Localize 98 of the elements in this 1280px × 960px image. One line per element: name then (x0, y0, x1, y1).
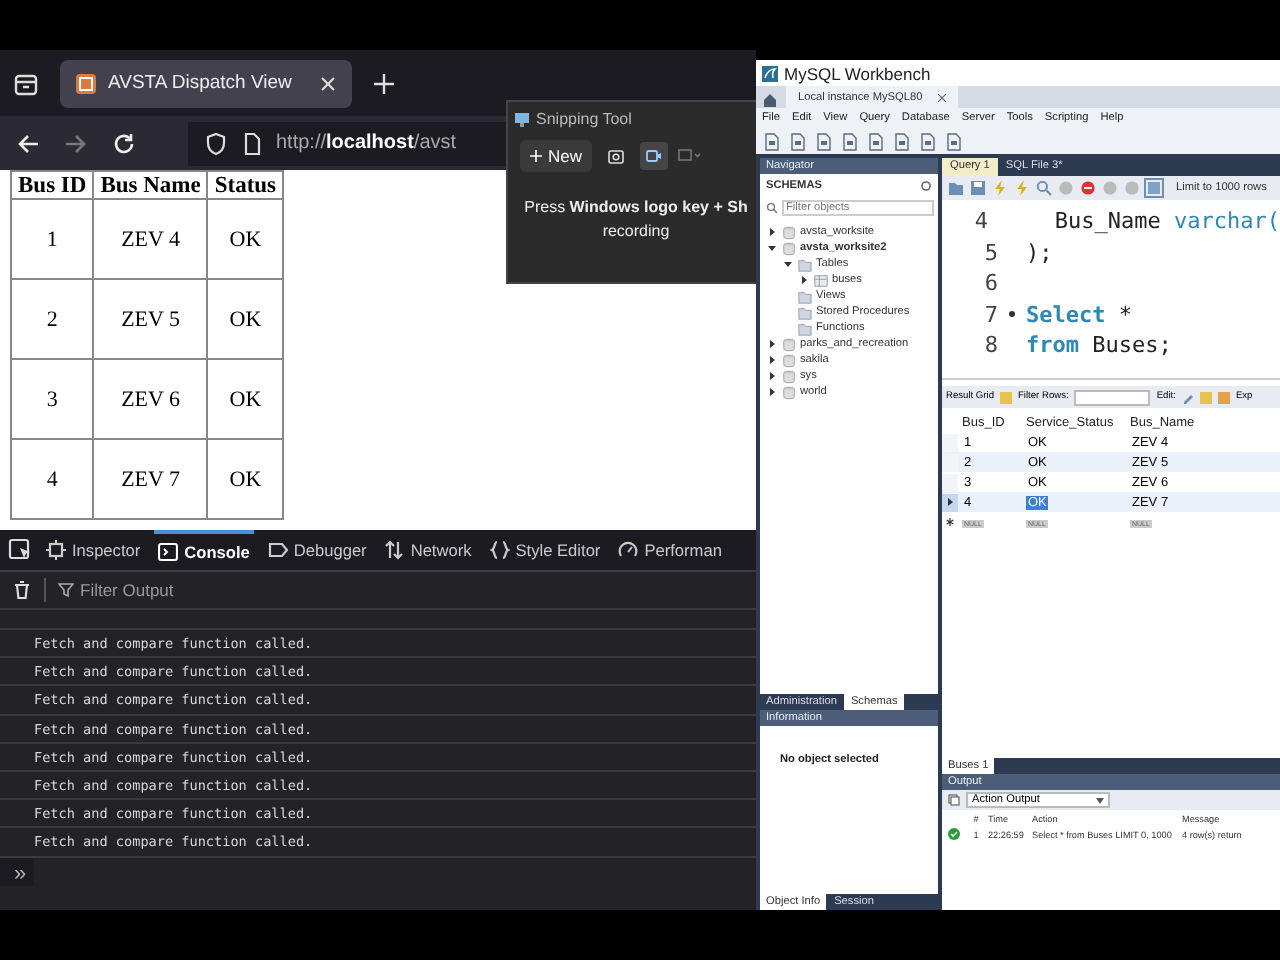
expand-arrow-icon[interactable] (768, 356, 776, 364)
table-cell: 1 (11, 199, 94, 279)
collapse-arrow-icon[interactable] (784, 260, 792, 268)
column-header: Bus Name (93, 171, 208, 199)
code-text: * (1116, 301, 1132, 328)
expand-arrow-icon[interactable] (800, 276, 808, 284)
expand-arrow-icon[interactable] (768, 228, 776, 236)
save-icon[interactable] (970, 180, 986, 196)
devtools-tab[interactable]: Performan (614, 530, 726, 570)
document-icon[interactable] (762, 131, 782, 151)
line-number: 4 (972, 208, 988, 235)
dropdown-arrow-icon (1095, 797, 1104, 803)
row-header[interactable] (942, 493, 958, 511)
column-header: Status (207, 171, 284, 199)
no-entry-icon[interactable] (1080, 180, 1096, 196)
table-cell: ZEV 4 (93, 199, 208, 279)
browser-tab[interactable]: AVSTA Dispatch View (60, 59, 352, 107)
tab-list-icon[interactable] (12, 69, 40, 97)
table-cell: OK (207, 279, 284, 359)
video-mode-button[interactable] (640, 142, 669, 170)
line-number: 8 (982, 332, 998, 359)
pencil-icon[interactable] (1181, 391, 1194, 403)
code-text: Select (1026, 301, 1106, 328)
check-icon (947, 828, 959, 840)
new-tab-icon[interactable] (372, 71, 396, 95)
code-text: from (1026, 332, 1079, 359)
document-icon[interactable] (814, 131, 834, 151)
shield-icon (204, 131, 228, 155)
funnel-icon (58, 582, 74, 598)
console-prompt[interactable]: » (0, 857, 34, 885)
forward-arrow-icon[interactable] (64, 131, 88, 155)
camera-icon (608, 148, 625, 164)
table-cell: ZEV 6 (93, 359, 208, 439)
code-text: Buses; (1090, 332, 1172, 359)
site-icon (76, 73, 96, 93)
braces-icon (489, 540, 510, 560)
table-cell: OK (207, 439, 284, 519)
table-cell: 3 (11, 359, 94, 439)
debugger-icon (267, 540, 288, 560)
document-icon[interactable] (918, 131, 938, 151)
document-icon[interactable] (840, 131, 860, 151)
expand-arrow-icon[interactable] (768, 340, 776, 348)
line-number: 6 (982, 270, 998, 297)
asterisk-icon (946, 518, 954, 526)
table-cell: ZEV 5 (93, 279, 208, 359)
dolphin-logo-icon (762, 65, 778, 81)
expand-arrow-icon[interactable] (768, 372, 776, 380)
instruction-text: recording (600, 220, 672, 244)
new-button[interactable]: New (520, 140, 593, 172)
folder-icon[interactable] (948, 180, 964, 196)
back-arrow-icon[interactable] (16, 131, 40, 155)
statement-marker-icon (1008, 310, 1016, 319)
collapse-arrow-icon[interactable] (768, 244, 776, 252)
devtools-tab[interactable]: Debugger (263, 530, 371, 570)
devtools-tab[interactable]: Inspector (42, 530, 145, 570)
gauge-icon (618, 540, 639, 560)
table-cell: OK (207, 199, 284, 279)
inspector-icon (46, 540, 66, 560)
filter-rows-field[interactable] (1074, 389, 1151, 405)
folder-icon (798, 257, 812, 271)
reload-icon[interactable] (112, 131, 136, 155)
shape-dropdown-icon[interactable] (678, 148, 703, 164)
devtools-tab[interactable]: Style Editor (485, 530, 605, 570)
close-icon[interactable] (938, 93, 947, 101)
current-row-icon (946, 498, 954, 506)
magnifier-icon[interactable] (1036, 180, 1052, 196)
window-title: MySQL Workbench (784, 63, 931, 83)
plus-icon (530, 150, 542, 162)
expand-arrow-icon[interactable] (768, 388, 776, 396)
arrows-up-down-icon (384, 540, 405, 560)
document-icon[interactable] (788, 131, 808, 151)
search-icon (766, 202, 778, 214)
trash-icon[interactable] (12, 580, 32, 600)
table-icon (814, 273, 828, 287)
table-cell: 4 (11, 439, 94, 519)
table-cell: OK (207, 359, 284, 439)
line-number: 5 (982, 239, 998, 266)
document-icon[interactable] (892, 131, 912, 151)
devtools-tab[interactable]: Network (380, 530, 476, 570)
line-number: 7 (982, 301, 998, 328)
code-text: Bus_Name (1054, 208, 1163, 235)
column-header: Bus ID (11, 171, 94, 199)
document-icon[interactable] (944, 131, 964, 151)
table-cell: 2 (11, 279, 94, 359)
code-text: varchar( (1174, 208, 1280, 235)
document-icon[interactable] (866, 131, 886, 151)
filter-field[interactable]: Filter Output (80, 580, 320, 600)
table-cell: ZEV 7 (93, 439, 208, 519)
page-icon (240, 131, 264, 155)
copy-icon[interactable] (948, 794, 960, 806)
refresh-icon[interactable] (920, 180, 932, 192)
video-camera-icon (646, 148, 663, 164)
code-text: ); (1026, 239, 1053, 266)
element-picker-icon[interactable] (8, 538, 32, 562)
devtools-tab[interactable]: Console (154, 530, 254, 570)
console-icon (158, 542, 179, 562)
instruction-text: Press Windows logo key + Sh (522, 196, 750, 220)
tab-title: AVSTA Dispatch View (108, 72, 294, 94)
